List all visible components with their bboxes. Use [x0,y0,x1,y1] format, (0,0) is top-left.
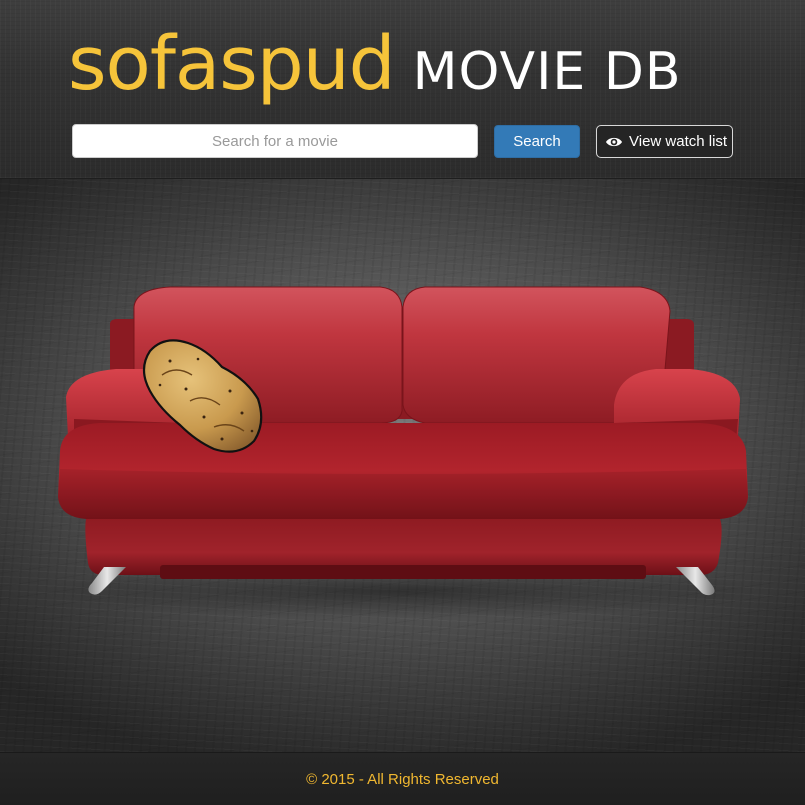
site-footer: © 2015 - All Rights Reserved [0,752,805,805]
view-watch-list-button[interactable]: View watch list [596,125,733,158]
site-logo[interactable]: sofaspud MOVIE DB [68,14,682,114]
watch-list-label: View watch list [629,133,728,150]
logo-sofaspud: sofaspud [68,21,396,107]
site-header: sofaspud MOVIE DB Search View watch list [0,0,805,179]
sofa-illustration [40,286,760,619]
logo-movie-db: MOVIE DB [412,42,682,102]
search-input[interactable] [72,124,478,158]
hero-section [0,179,805,752]
search-button[interactable]: Search [494,125,580,158]
eye-icon [606,137,622,146]
copyright-text: © 2015 - All Rights Reserved [306,771,499,788]
